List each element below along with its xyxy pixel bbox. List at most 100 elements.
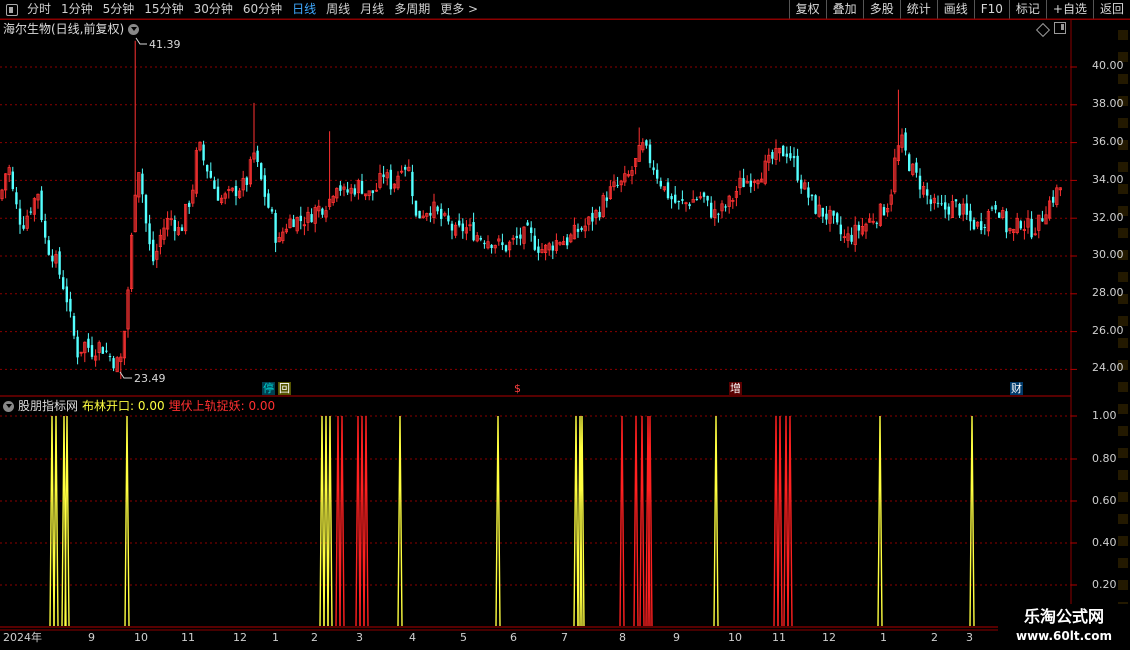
- candle-body: [677, 201, 680, 203]
- candle-body: [526, 222, 529, 226]
- candle-body: [940, 203, 943, 205]
- candle-body: [814, 195, 817, 214]
- candle-body: [267, 193, 270, 208]
- candle-body: [576, 228, 580, 232]
- date-label: 7: [561, 631, 568, 644]
- candle-body: [148, 223, 151, 245]
- candle-body: [850, 234, 853, 242]
- indicator-spike: [53, 415, 59, 627]
- candle-body: [695, 199, 698, 201]
- candle-body: [256, 150, 259, 163]
- candle-body: [994, 205, 997, 210]
- watermark-url: www.60lt.com: [1015, 629, 1113, 643]
- candle-body: [15, 192, 18, 205]
- candle-body: [29, 211, 32, 213]
- candle-body: [1005, 211, 1008, 233]
- candle-body: [418, 210, 421, 219]
- price-tick: 36.00: [1092, 135, 1124, 148]
- axis-edge-mark: [1118, 558, 1128, 568]
- axis-edge-mark: [1118, 404, 1128, 414]
- indicator-spike: [397, 415, 403, 627]
- date-label: 5: [460, 631, 467, 644]
- candle-body: [825, 213, 828, 220]
- candle-body: [382, 174, 385, 178]
- candle-body: [598, 211, 601, 218]
- candle-body: [670, 196, 673, 200]
- indicator-spike: [339, 415, 345, 627]
- indicator-spike: [359, 415, 365, 627]
- candle-body: [674, 194, 677, 203]
- candle-body: [213, 180, 216, 189]
- candle-body: [270, 209, 274, 212]
- candle-body: [688, 204, 691, 207]
- axis-edge-mark: [1118, 228, 1128, 238]
- date-label: 3: [966, 631, 973, 644]
- candle-body: [411, 171, 414, 197]
- indicator-title: 股朋指标网 布林开口: 0.00 埋伏上轨捉妖: 0.00: [3, 398, 275, 414]
- date-label: 2: [311, 631, 318, 644]
- candle-body: [274, 212, 277, 243]
- date-label: 9: [88, 631, 95, 644]
- candle-body: [483, 242, 486, 245]
- candle-body: [141, 173, 144, 195]
- event-marker-finance[interactable]: 财: [1010, 382, 1023, 395]
- date-label: 10: [728, 631, 742, 644]
- kline-chart-canvas[interactable]: [0, 0, 1130, 650]
- axis-edge-mark: [1118, 580, 1128, 590]
- candle-body: [605, 197, 608, 201]
- candle-body: [51, 255, 54, 262]
- indicator-spike: [335, 415, 341, 627]
- event-marker-suspend[interactable]: 停: [262, 382, 275, 395]
- indicator-spike: [773, 415, 779, 627]
- date-label: 11: [772, 631, 786, 644]
- candle-body: [436, 206, 439, 212]
- candle-body: [958, 203, 961, 216]
- candle-body: [108, 355, 112, 357]
- event-marker-dividend[interactable]: $: [513, 382, 522, 395]
- date-label: 1: [272, 631, 279, 644]
- candle-body: [450, 223, 454, 231]
- candle-body: [580, 227, 583, 230]
- candle-body: [360, 180, 364, 194]
- date-label: 10: [134, 631, 148, 644]
- candle-body: [882, 207, 886, 216]
- candle-body: [263, 175, 266, 197]
- candle-body: [796, 155, 799, 181]
- price-tick: 34.00: [1092, 173, 1124, 186]
- candle-body: [800, 179, 803, 189]
- candle-body: [339, 185, 342, 191]
- candle-body: [69, 298, 72, 312]
- candle-body: [742, 178, 745, 188]
- candle-body: [702, 192, 706, 197]
- candle-body: [447, 215, 450, 222]
- candle-body: [810, 194, 814, 197]
- event-marker-buyback[interactable]: 回: [278, 382, 291, 395]
- candle-body: [292, 219, 295, 228]
- candle-body: [40, 190, 43, 220]
- candle-body: [389, 169, 392, 190]
- candle-body: [504, 245, 508, 252]
- candle-body: [659, 181, 662, 187]
- candle-body: [216, 186, 220, 201]
- indicator-spike: [639, 415, 645, 627]
- diamond-icon[interactable]: [1035, 22, 1051, 38]
- candle-body: [836, 213, 839, 223]
- candle-body: [519, 234, 522, 239]
- candle-body: [918, 175, 922, 190]
- event-marker-increase[interactable]: 增: [729, 382, 742, 395]
- candle-body: [566, 237, 569, 246]
- title-dropdown-icon[interactable]: [128, 23, 140, 35]
- indicator-spike: [495, 415, 501, 627]
- candle-body: [90, 345, 94, 357]
- indicator-spike: [49, 415, 55, 627]
- window-toggle-icon[interactable]: [1054, 22, 1066, 34]
- candle-body: [299, 215, 302, 222]
- indicator-spike: [124, 415, 130, 627]
- indicator-tick: 0.40: [1092, 536, 1117, 549]
- candle-body: [180, 227, 184, 231]
- price-tick: 26.00: [1092, 324, 1124, 337]
- axis-edge-mark: [1118, 536, 1128, 546]
- indicator-dropdown-icon[interactable]: [3, 400, 14, 412]
- candle-body: [954, 199, 958, 202]
- chart-corner-icons: [1035, 22, 1066, 38]
